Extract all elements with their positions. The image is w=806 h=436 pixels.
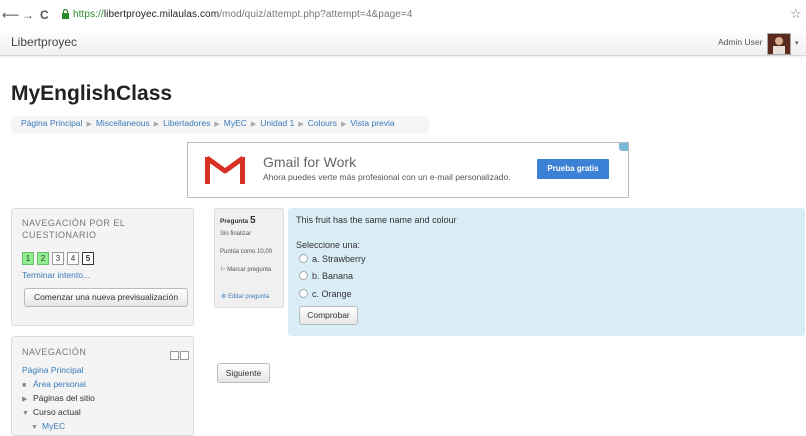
gear-icon: ⚙ (221, 294, 227, 300)
quiz-page-buttons: 12345 (22, 248, 97, 266)
finish-attempt-link[interactable]: Terminar intento... (22, 270, 90, 280)
avatar[interactable] (767, 33, 791, 55)
nav-item-label: Área personal (33, 379, 86, 389)
collapse-arrow-icon: ▼ (31, 424, 38, 431)
top-navbar: Libertproyec Admin User ▾ (0, 30, 806, 56)
ad-subtitle: Ahora puedes verte más profesional con u… (263, 172, 511, 182)
breadcrumb-item[interactable]: Colours (308, 118, 337, 128)
forward-icon[interactable]: → (22, 8, 34, 22)
address-bar[interactable]: https://libertproyec.milaulas.com/mod/qu… (73, 9, 413, 20)
breadcrumb-separator-icon: ▶ (214, 121, 220, 128)
url-host: libertproyec.milaulas.com (103, 9, 220, 20)
flag-icon: ⚐ (220, 267, 226, 273)
bullet-icon: ■ (22, 382, 27, 389)
answer-prompt: Seleccione una: (296, 240, 361, 250)
question-label: Pregunta (220, 218, 249, 225)
breadcrumb-separator-icon: ▶ (250, 121, 257, 128)
question-number: Pregunta 5 (220, 215, 256, 226)
user-name[interactable]: Admin User (718, 37, 762, 47)
radio-button[interactable] (299, 271, 308, 281)
site-brand[interactable]: Libertproyec (11, 35, 77, 49)
nav-item-label: Curso actual (33, 407, 81, 417)
answer-option[interactable]: a. Strawberry (299, 254, 366, 264)
nav-item-site-pages[interactable]: ▶ Páginas del sitio (22, 393, 95, 403)
question-content: This fruit has the same name and colour … (288, 208, 805, 336)
reload-icon[interactable]: C (40, 8, 49, 22)
breadcrumb-separator-icon: ▶ (298, 121, 304, 128)
question-number-value: 5 (249, 215, 256, 226)
quiz-page-button-current[interactable]: 5 (82, 252, 94, 265)
chevron-down-icon[interactable]: ▾ (795, 39, 799, 47)
quiz-page-button[interactable]: 4 (67, 252, 79, 265)
nav-item-course[interactable]: ▼ MyEC (31, 421, 65, 431)
check-button[interactable]: Comprobar (299, 306, 358, 325)
quiz-navigation-block: NAVEGACIÓN POR EL CUESTIONARIO 12345 Ter… (11, 208, 194, 326)
quiz-page-button[interactable]: 3 (52, 252, 64, 265)
question-info: Pregunta 5 Sin finalizar Puntúa como 10,… (214, 208, 284, 308)
nav-item-current-course[interactable]: ▼ Curso actual (22, 407, 81, 417)
breadcrumb-separator-icon: ▶ (86, 121, 92, 128)
breadcrumb-separator-icon: ▶ (341, 121, 347, 128)
expand-icon: ▶ (22, 396, 28, 403)
navigation-heading: NAVEGACIÓN (22, 347, 87, 357)
breadcrumb-item[interactable]: Miscellaneous (96, 118, 150, 128)
quiz-navigation-heading: NAVEGACIÓN POR EL CUESTIONARIO (22, 218, 126, 240)
url-scheme: https:// (73, 9, 104, 20)
nav-item-label: Páginas del sitio (33, 393, 95, 403)
dock-icon[interactable] (170, 351, 179, 360)
answer-option[interactable]: b. Banana (299, 271, 353, 281)
nav-item-home[interactable]: Página Principal (22, 365, 83, 375)
breadcrumb-item[interactable]: Unidad 1 (260, 118, 294, 128)
question-text: This fruit has the same name and colour (296, 215, 457, 225)
nav-item-dashboard[interactable]: ■ Área personal (22, 379, 86, 389)
edit-question-label: Editar pregunta (228, 294, 270, 300)
back-icon[interactable]: ⟵ (2, 8, 19, 22)
nav-item-label: MyEC (42, 421, 66, 431)
answer-option-label: c. Orange (312, 289, 352, 299)
browser-toolbar: ⟵ → C https://libertproyec.milaulas.com/… (0, 0, 806, 30)
user-avatar-icon (768, 34, 790, 54)
radio-button[interactable] (299, 254, 308, 264)
breadcrumb-item[interactable]: Libertadores (163, 118, 210, 128)
radio-button[interactable] (299, 289, 308, 299)
next-button[interactable]: Siguiente (217, 363, 270, 383)
flag-label: Marcar pregunta (227, 267, 272, 273)
quiz-page-button[interactable]: 1 (22, 252, 34, 265)
breadcrumb: Página Principal ▶ Miscellaneous ▶ Libertado… (11, 116, 429, 133)
ad-cta-button[interactable]: Prueba gratis (537, 159, 609, 179)
question-score: Puntúa como 10,00 (220, 249, 273, 255)
navigation-block: NAVEGACIÓN Página Principal ■ Área person… (11, 336, 194, 436)
breadcrumb-item[interactable]: Vista previa (350, 118, 394, 128)
breadcrumb-item[interactable]: Página Principal (21, 118, 82, 128)
ad-title: Gmail for Work (263, 154, 357, 170)
breadcrumb-item[interactable]: MyEC (224, 118, 247, 128)
answer-option-label: a. Strawberry (312, 254, 366, 264)
url-path: /mod/quiz/attempt.php?attempt=4&page=4 (219, 9, 413, 20)
gmail-logo-icon (205, 155, 245, 184)
new-preview-button[interactable]: Comenzar una nueva previsualización (24, 288, 188, 307)
answer-option[interactable]: c. Orange (299, 289, 352, 299)
collapse-arrow-icon: ▼ (22, 410, 29, 417)
lock-icon (62, 9, 69, 19)
question-status: Sin finalizar (220, 231, 252, 237)
ad-banner[interactable]: Gmail for Work Ahora puedes verte más pr… (187, 142, 629, 198)
answer-option-label: b. Banana (312, 271, 354, 281)
breadcrumb-separator-icon: ▶ (153, 121, 160, 128)
collapse-icon[interactable] (180, 351, 189, 360)
quiz-page-button[interactable]: 2 (37, 252, 49, 265)
page-title: MyEnglishClass (11, 82, 173, 105)
bookmark-star-icon[interactable]: ☆ (790, 6, 802, 22)
ad-choices-icon[interactable] (619, 143, 628, 151)
block-controls (169, 347, 189, 365)
edit-question-link[interactable]: ⚙ Editar pregunta (221, 293, 269, 300)
flag-question[interactable]: ⚐ Marcar pregunta (220, 265, 271, 275)
